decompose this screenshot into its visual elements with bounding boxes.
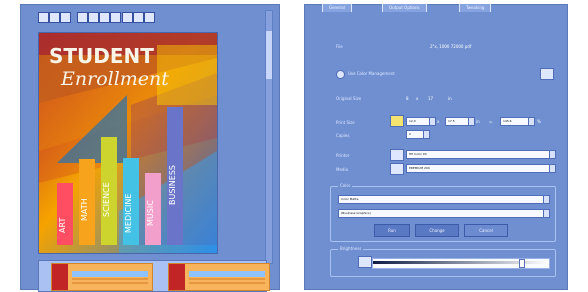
brightness-knob[interactable] (519, 259, 525, 268)
printer-select[interactable]: HP Color 90 (406, 150, 556, 159)
toolbar-square-6[interactable] (99, 12, 110, 23)
toolbar-square-9[interactable] (133, 12, 144, 23)
toolbar-square-8[interactable] (122, 12, 133, 23)
cover-graphic: STUDENT Enrollment ART MATH SCIENCE MEDI… (39, 33, 217, 253)
media-icon[interactable] (390, 163, 404, 175)
bar-label-science: SCIENCE (102, 182, 111, 217)
bar-label-math: MATH (80, 198, 89, 221)
bar-math: MATH (79, 159, 95, 245)
cancel-button[interactable]: Cancel (464, 224, 508, 237)
toolbar-square-10[interactable] (144, 12, 155, 23)
color-mode-select[interactable]: Color Matte (338, 195, 550, 204)
thumbnail-2[interactable] (168, 263, 270, 291)
print-size-percent-value: 145.6 (503, 119, 512, 123)
brightness-slider[interactable] (372, 258, 550, 269)
thumbnail-1[interactable] (51, 263, 153, 291)
bar-label-medicine: MEDICINE (124, 194, 133, 233)
bar-science: SCIENCE (101, 137, 117, 245)
print-size-height-field[interactable]: 17.5 (445, 117, 475, 126)
rendering-select[interactable]: (Business Graphics) (338, 209, 550, 218)
toolbar-square-3[interactable] (60, 12, 71, 23)
original-size-width: 8 (406, 96, 409, 101)
cover-title-2: Enrollment (60, 68, 169, 90)
tab-tweaking[interactable]: Tweaking (459, 4, 492, 12)
print-dialog-panel: General Output Options Tweaking File 2"x… (304, 4, 568, 290)
original-size-unit: in (448, 96, 452, 101)
toolbar-square-4[interactable] (77, 12, 88, 23)
media-label: Media (336, 167, 349, 172)
toolbar-square-1[interactable] (38, 12, 49, 23)
run-button[interactable]: Run (374, 224, 410, 237)
toolbar-square-7[interactable] (110, 12, 121, 23)
print-size-label: Print Size (336, 120, 355, 125)
original-size-height: 17 (428, 96, 434, 101)
change-button[interactable]: Change (415, 224, 459, 237)
color-management-radio[interactable] (336, 70, 345, 79)
bar-business: BUSINESS (167, 107, 183, 245)
file-value: 2"x, 1000 72000 pdf (430, 44, 472, 49)
copies-field[interactable]: 2 (406, 130, 430, 139)
color-mode-value: Color Matte (341, 197, 359, 201)
left-scroll-thumb[interactable] (266, 31, 272, 79)
thumbnail-2-graphic (169, 264, 269, 290)
print-size-percent-field[interactable]: 145.6 (500, 117, 535, 126)
print-size-width-field[interactable]: 12.0 (406, 117, 436, 126)
media-value: PREMIUM 200 (409, 166, 430, 170)
print-size-equals: = (489, 119, 493, 124)
print-size-width-value: 12.0 (409, 119, 416, 123)
brightness-label: Brightness (338, 246, 364, 251)
color-management-icon[interactable] (540, 68, 554, 80)
print-size-percent-sign: % (537, 119, 541, 124)
left-scrollbar[interactable] (265, 10, 273, 264)
printer-icon[interactable] (390, 149, 404, 161)
tab-output-options[interactable]: Output Options (382, 4, 427, 12)
copies-label: Copies (336, 133, 350, 138)
file-label: File (336, 44, 343, 49)
bar-label-art: ART (58, 218, 67, 233)
thumbnail-1-graphic (52, 264, 152, 290)
bar-music: MUSIC (145, 173, 161, 245)
original-size-label: Original Size (336, 96, 362, 101)
printer-value: HP Color 90 (409, 152, 427, 156)
bar-medicine: MEDICINE (123, 158, 139, 245)
copies-value: 2 (409, 132, 411, 136)
print-size-icon[interactable] (390, 115, 404, 127)
brightness-icon[interactable] (358, 256, 372, 268)
print-size-unit: in (476, 119, 480, 124)
toolbar-square-5[interactable] (88, 12, 99, 23)
bar-art: ART (57, 183, 73, 245)
bar-label-business: BUSINESS (168, 165, 177, 205)
print-size-x: x (437, 119, 440, 124)
cover-title-1: STUDENT (49, 44, 154, 68)
tab-general[interactable]: General (322, 4, 352, 12)
media-select[interactable]: PREMIUM 200 (406, 164, 556, 173)
color-label: Color (338, 183, 353, 188)
printer-label: Printer (336, 153, 350, 158)
bar-label-music: MUSIC (146, 200, 155, 226)
toolbar-square-2[interactable] (49, 12, 60, 23)
rendering-value: (Business Graphics) (341, 211, 371, 215)
original-size-x: x (416, 96, 419, 101)
thumbnail-strip (38, 260, 270, 292)
document-preview: STUDENT Enrollment ART MATH SCIENCE MEDI… (38, 32, 218, 254)
left-panel: STUDENT Enrollment ART MATH SCIENCE MEDI… (20, 4, 280, 292)
color-management-label: Use Color Management (348, 71, 395, 76)
print-size-height-value: 17.5 (448, 119, 455, 123)
